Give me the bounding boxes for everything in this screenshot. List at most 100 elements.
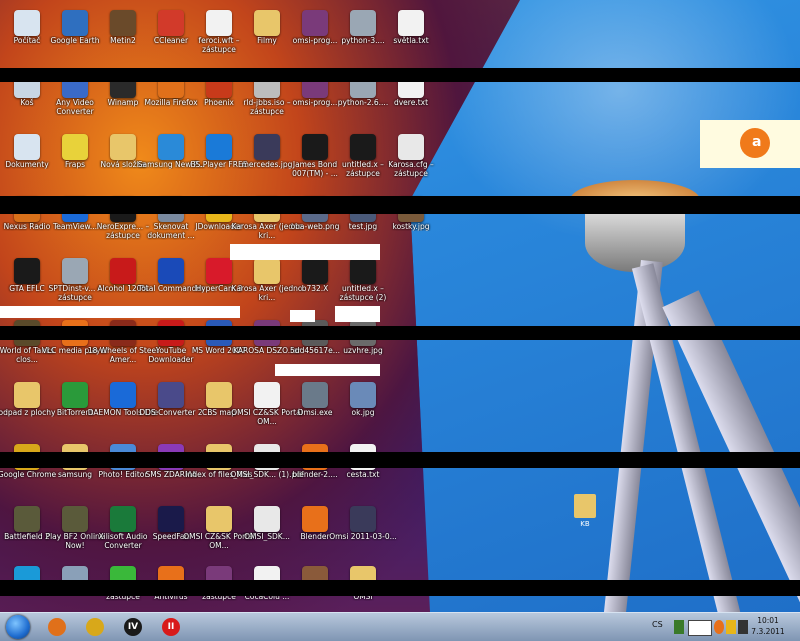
taskbar-clock[interactable]: 10:01 7.3.2011	[740, 615, 796, 637]
desktop-icon[interactable]: SPTDinst-v... – zástupce	[49, 252, 101, 312]
desktop-icon[interactable]: untitled.x – zástupce	[338, 128, 388, 188]
desktop-icon[interactable]: Metin2	[98, 4, 148, 64]
desktop-icon[interactable]: Omsi 2011-03-0...	[329, 500, 397, 560]
desktop-icon[interactable]: Filmy	[242, 4, 292, 64]
desktop-icon[interactable]: Play BF2 Online Now!	[46, 500, 104, 560]
wallpaper-tower-deck	[585, 214, 685, 272]
avast-popup[interactable]: a	[700, 120, 800, 168]
desktop-icon[interactable]: James Bond 007(TM) - ...	[290, 128, 340, 188]
desktop-icon[interactable]: DDS Converter 2	[139, 376, 203, 436]
desktop-icon[interactable]: MS Word 2007	[192, 314, 246, 374]
folder-icon	[206, 382, 232, 408]
total-commander-icon	[158, 258, 184, 284]
desktop-icon[interactable]: Google Earth	[50, 4, 100, 64]
speedfan-icon	[158, 506, 184, 532]
desktop-icon[interactable]: Xilisoft Audio Converter	[98, 500, 148, 560]
desktop-icon[interactable]: omsi-prog...	[290, 4, 340, 64]
taskbar-button[interactable]	[40, 615, 74, 639]
desktop-icon[interactable]: samsung	[50, 438, 100, 498]
desktop-icon[interactable]: Nová složka	[98, 128, 148, 188]
desktop: Počítač Google Earth Metin2 CCleaner feroci.…	[0, 0, 800, 612]
desktop-icon[interactable]: Fraps	[50, 128, 100, 188]
desktop-icon[interactable]: Total Commander	[138, 252, 204, 312]
desktop-icon[interactable]: OMSI_SDK... (1).pdf	[230, 438, 304, 498]
screen-artifact-mask	[335, 306, 380, 322]
language-indicator[interactable]: CS	[652, 620, 663, 634]
fraps-icon	[62, 134, 88, 160]
installer-icon	[62, 258, 88, 284]
desktop-icon[interactable]: b732.X	[290, 252, 340, 312]
taskbar-button[interactable]: IV	[116, 615, 150, 639]
image-icon	[350, 382, 376, 408]
taskbar-button[interactable]	[78, 615, 112, 639]
network-icon[interactable]	[674, 620, 684, 634]
shield-icon[interactable]	[726, 620, 736, 634]
desktop-folder-kb[interactable]: KB	[570, 492, 600, 532]
desktop-icon[interactable]: World of Tanks clos...	[0, 314, 54, 374]
taskbar: IV II CS 10:01 7.3.2011	[0, 612, 800, 641]
desktop-icon[interactable]: Blender	[290, 500, 340, 560]
desktop-icon[interactable]: python-3....	[338, 4, 388, 64]
desktop-icon[interactable]: BS.Player FREE	[191, 128, 247, 188]
desktop-icon[interactable]: Photo! Editor	[98, 438, 148, 498]
screen-artifact-stripe	[0, 196, 800, 214]
desktop-icon[interactable]: Google Chrome	[0, 438, 56, 498]
ccleaner-icon	[158, 10, 184, 36]
desktop-icon[interactable]: Karosa Axer (jedno kri...	[232, 252, 302, 312]
desktop-icon[interactable]: Battlefield 2	[2, 500, 52, 560]
desktop-icon[interactable]: Alcohol 120%	[97, 252, 149, 312]
desktop-icon[interactable]: CBS map	[194, 376, 244, 436]
folder-icon	[14, 382, 40, 408]
desktop-icon[interactable]: světla.txt	[386, 4, 436, 64]
desktop-icon[interactable]: BitTorrent	[50, 376, 100, 436]
desktop-icon[interactable]: DAEMON Tools Lite	[88, 376, 158, 436]
chrome-icon	[86, 618, 104, 636]
windows-start-icon[interactable]	[6, 615, 30, 639]
folder-icon	[254, 258, 280, 284]
desktop-icon[interactable]: Dokumenty	[2, 128, 52, 188]
desktop-icon[interactable]: untitled.x – zástupce (2)	[338, 252, 388, 312]
taskbar-button[interactable]: II	[154, 615, 188, 639]
clock-time: 10:01	[757, 616, 779, 625]
3d-icon	[350, 258, 376, 284]
desktop-icon[interactable]: OMSI CZ&SK Portál OM...	[231, 376, 303, 436]
samsung-icon	[158, 134, 184, 160]
desktop-icon[interactable]: index of files_files	[186, 438, 252, 498]
desktop-icon-label: Omsi 2011-03-0...	[329, 532, 397, 541]
video-icon	[350, 506, 376, 532]
screen-artifact-mask	[275, 364, 380, 376]
bittorrent-icon	[62, 382, 88, 408]
desktop-icon[interactable]: VLC media player	[42, 314, 108, 374]
firefox-icon	[48, 618, 66, 636]
desktop-icon[interactable]: CCleaner	[146, 4, 196, 64]
desktop-icon[interactable]: ok.jpg	[338, 376, 388, 436]
screen-artifact-stripe	[0, 452, 800, 468]
desktop-icon[interactable]: OMSI_SDK...	[242, 500, 292, 560]
desktop-icon[interactable]: YouTube Downloader	[146, 314, 196, 374]
desktop-icon[interactable]: feroci.wft – zástupce	[194, 4, 244, 64]
desktop-icon[interactable]: SpeedFan	[146, 500, 196, 560]
desktop-icon[interactable]: blender-2....	[290, 438, 340, 498]
tray-box-icon[interactable]	[688, 620, 712, 636]
avast-tray-icon[interactable]	[714, 620, 724, 634]
desktop-icon[interactable]: mercedes.jpg	[242, 128, 292, 188]
alcohol-icon	[110, 258, 136, 284]
desktop-icon[interactable]: odpad z plochy	[0, 376, 55, 436]
desktop-icon[interactable]: SMS ZDARMA	[145, 438, 197, 498]
desktop-icon[interactable]: 18 Wheels of Steel Amer...	[88, 314, 158, 374]
desktop-icon[interactable]: cesta.txt	[338, 438, 388, 498]
desktop-icon-label: světla.txt	[393, 36, 429, 45]
daemon-tools-icon	[110, 382, 136, 408]
desktop-icon[interactable]: Omsi.exe	[290, 376, 340, 436]
desktop-icon[interactable]: Samsung New P...	[138, 128, 204, 188]
blender-icon	[302, 506, 328, 532]
folder-icon	[254, 10, 280, 36]
desktop-icon[interactable]: Karosa.cfg – zástupce	[386, 128, 436, 188]
screen-artifact-stripe	[0, 326, 800, 340]
folder-icon	[206, 506, 232, 532]
desktop-icon[interactable]: HyperCam 3	[194, 252, 244, 312]
desktop-icon[interactable]: GTA EFLC	[2, 252, 52, 312]
folder-icon	[574, 494, 596, 518]
desktop-icon[interactable]: Počítač	[2, 4, 52, 64]
desktop-icon[interactable]: OMSI CZ&SK Portál OM...	[183, 500, 255, 560]
